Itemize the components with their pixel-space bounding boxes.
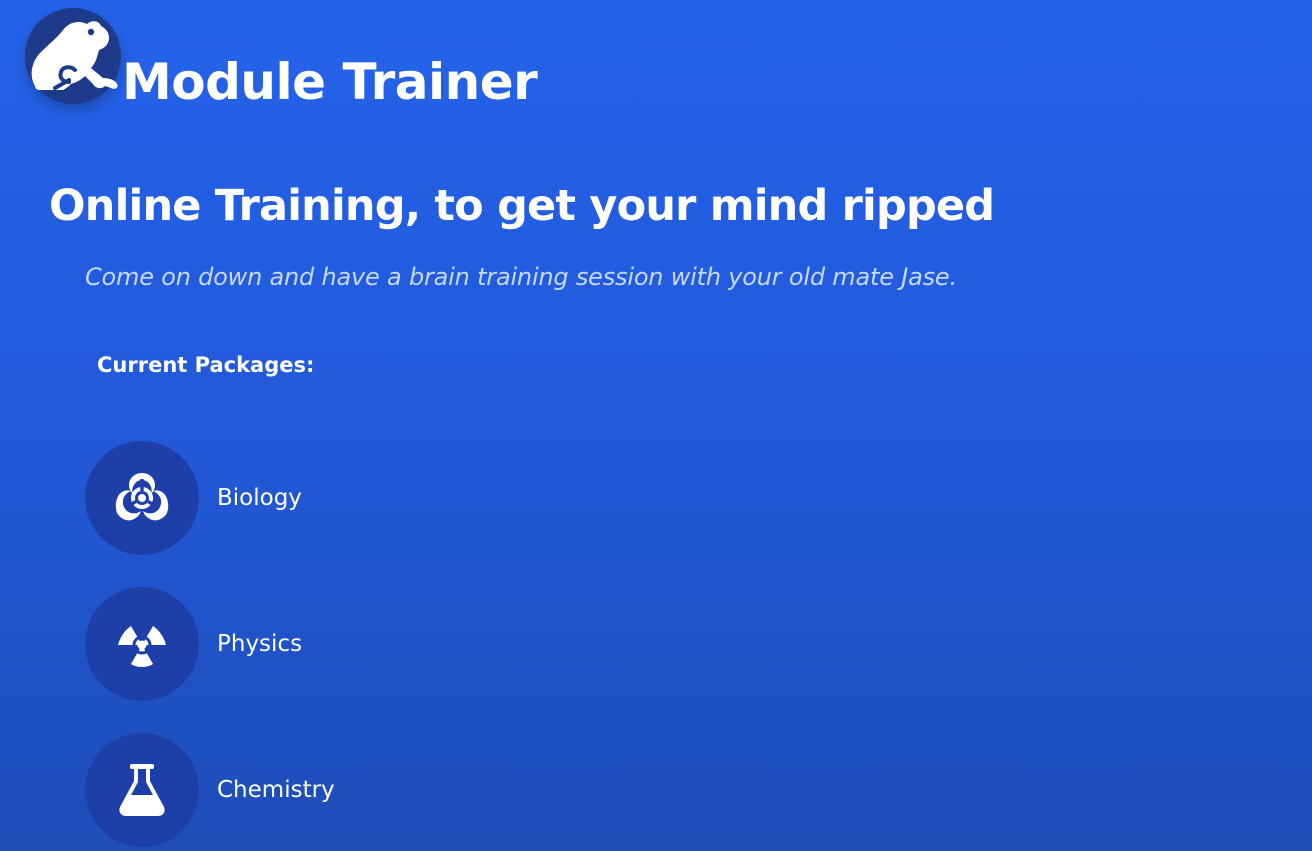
package-label-physics[interactable]: Physics xyxy=(217,629,302,659)
app-title: Module Trainer xyxy=(122,53,538,111)
frog-icon xyxy=(31,21,118,90)
package-icon-circle[interactable] xyxy=(85,587,199,701)
biohazard-icon xyxy=(115,473,169,521)
packages-heading: Current Packages: xyxy=(97,353,315,377)
flask-icon xyxy=(119,764,165,816)
package-label-biology[interactable]: Biology xyxy=(217,483,302,513)
package-label-chemistry[interactable]: Chemistry xyxy=(217,775,335,805)
package-item-chemistry[interactable]: Chemistry xyxy=(85,733,385,847)
package-item-biology[interactable]: Biology xyxy=(85,441,385,555)
hero-tagline: Come on down and have a brain training s… xyxy=(85,263,957,291)
logo[interactable] xyxy=(25,8,121,104)
package-item-physics[interactable]: Physics xyxy=(85,587,385,701)
package-icon-circle[interactable] xyxy=(85,733,199,847)
radiation-icon xyxy=(118,626,166,667)
hero-headline: Online Training, to get your mind ripped xyxy=(49,181,995,231)
package-icon-circle[interactable] xyxy=(85,441,199,555)
